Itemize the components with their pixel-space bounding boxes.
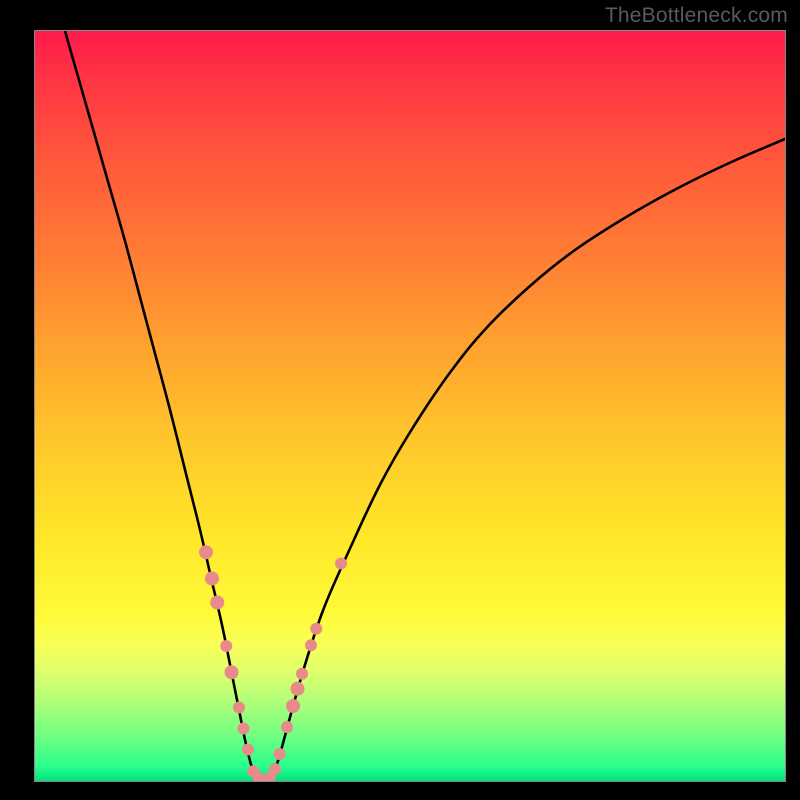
data-marker xyxy=(233,702,245,714)
data-marker xyxy=(296,668,308,680)
data-marker xyxy=(281,721,293,733)
data-marker xyxy=(220,640,232,652)
data-marker xyxy=(210,596,224,610)
data-marker xyxy=(269,763,281,775)
data-marker xyxy=(286,699,300,713)
data-marker xyxy=(291,682,305,696)
watermark-label: TheBottleneck.com xyxy=(605,4,788,28)
marker-layer xyxy=(199,545,347,781)
plot-area xyxy=(34,30,786,782)
curve-layer xyxy=(65,31,785,781)
data-marker xyxy=(274,748,286,760)
chart-svg xyxy=(35,31,785,781)
data-marker xyxy=(199,545,213,559)
data-marker xyxy=(335,558,347,570)
data-marker xyxy=(310,623,322,635)
data-marker xyxy=(305,639,317,651)
curve-right-branch xyxy=(271,139,785,779)
data-marker xyxy=(225,665,239,679)
data-marker xyxy=(242,744,254,756)
data-marker xyxy=(238,723,250,735)
data-marker xyxy=(205,572,219,586)
chart-frame: TheBottleneck.com xyxy=(0,0,800,800)
